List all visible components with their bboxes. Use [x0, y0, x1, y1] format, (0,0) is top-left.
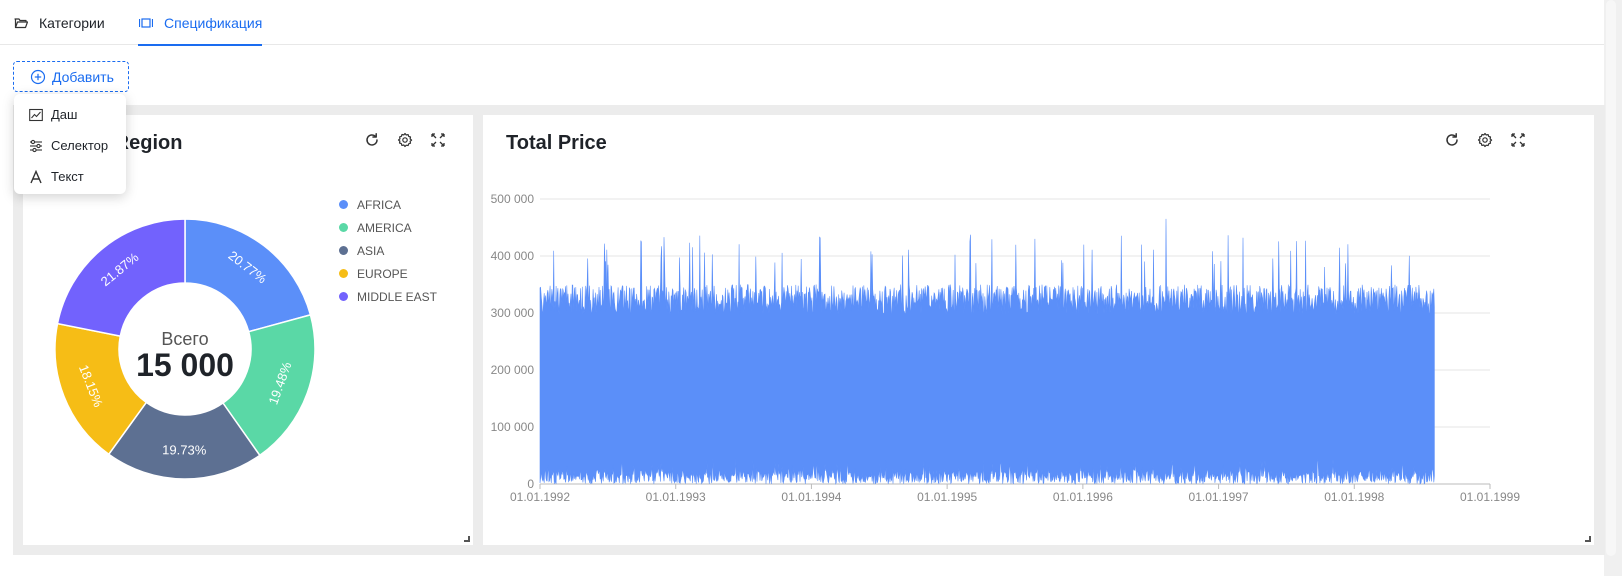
- legend-label: MIDDLE EAST: [357, 289, 438, 304]
- card-title: Total Price: [506, 132, 607, 154]
- legend-label: AMERICA: [357, 220, 412, 235]
- menu-item-label: Даш: [51, 107, 78, 122]
- setting-icon[interactable]: [396, 131, 414, 149]
- legend-marker: [339, 292, 348, 301]
- chart-legend: AFRICA AMERICA ASIA EUROPE MIDDLE EAST: [339, 193, 437, 308]
- area-series[interactable]: [539, 218, 1435, 485]
- legend-marker: [339, 223, 348, 232]
- x-tick-label: 01.01.1996: [1053, 490, 1113, 504]
- x-tick-label: 01.01.1995: [917, 490, 977, 504]
- plus-circle-icon: [30, 69, 46, 85]
- setting-icon[interactable]: [1476, 131, 1494, 149]
- x-tick-label: 01.01.1998: [1324, 490, 1384, 504]
- y-tick-label: 100 000: [491, 420, 535, 434]
- x-tick-label: 01.01.1999: [1460, 490, 1520, 504]
- menu-item-selector[interactable]: Селектор: [14, 130, 126, 161]
- tab-specification[interactable]: Спецификация: [138, 0, 263, 46]
- legend-label: EUROPE: [357, 266, 408, 281]
- sliders-icon: [29, 139, 43, 153]
- y-tick-label: 300 000: [491, 306, 535, 320]
- menu-item-label: Текст: [51, 169, 84, 184]
- legend-label: AFRICA: [357, 197, 402, 212]
- reload-icon[interactable]: [1443, 131, 1461, 149]
- x-tick-label: 01.01.1993: [646, 490, 706, 504]
- total-price-card: 0 100 000 200 000 300 000 400 000 500 000 01.0…: [483, 115, 1594, 545]
- y-tick-label: 200 000: [491, 363, 535, 377]
- resize-handle[interactable]: [464, 536, 470, 542]
- legend-label: ASIA: [357, 243, 385, 258]
- tab-label: Категории: [39, 14, 105, 31]
- folder-open-icon: [13, 15, 29, 31]
- legend-item[interactable]: ASIA: [339, 239, 437, 262]
- legend-marker: [339, 200, 348, 209]
- tab-bar: Категории Спецификация: [0, 0, 1605, 46]
- pie-data-label: 19.73%: [162, 442, 207, 457]
- tab-label: Спецификация: [164, 14, 263, 31]
- resize-handle[interactable]: [1585, 536, 1591, 542]
- reload-icon[interactable]: [363, 131, 381, 149]
- legend-item[interactable]: MIDDLE EAST: [339, 285, 437, 308]
- donut-center-value: 15 000: [136, 347, 234, 383]
- legend-marker: [339, 246, 348, 255]
- add-button[interactable]: Добавить: [13, 61, 129, 92]
- legend-marker: [339, 269, 348, 278]
- line-chart-icon: [29, 108, 43, 122]
- card-toolbar: [1443, 131, 1527, 149]
- x-tick-label: 01.01.1997: [1189, 490, 1249, 504]
- add-dropdown-menu: Даш Селектор Текст: [14, 94, 126, 194]
- legend-item[interactable]: EUROPE: [339, 262, 437, 285]
- tab-categories[interactable]: Категории: [13, 0, 105, 45]
- add-button-label: Добавить: [52, 68, 114, 85]
- menu-item-text[interactable]: Текст: [14, 161, 126, 192]
- scrollbar-thumb[interactable]: [1606, 0, 1616, 556]
- y-tick-label: 500 000: [491, 192, 535, 206]
- column-width-icon: [138, 15, 154, 31]
- menu-item-label: Селектор: [51, 138, 109, 153]
- fullscreen-icon[interactable]: [429, 131, 447, 149]
- y-tick-label: 400 000: [491, 249, 535, 263]
- menu-item-dash[interactable]: Даш: [14, 99, 126, 130]
- fullscreen-icon[interactable]: [1509, 131, 1527, 149]
- x-tick-label: 01.01.1992: [510, 490, 570, 504]
- area-chart: 0 100 000 200 000 300 000 400 000 500 000 01.0…: [491, 192, 1521, 504]
- y-tick-label: 0: [527, 477, 534, 491]
- legend-item[interactable]: AFRICA: [339, 193, 437, 216]
- font-icon: [29, 169, 43, 184]
- legend-item[interactable]: AMERICA: [339, 216, 437, 239]
- x-tick-label: 01.01.1994: [781, 490, 841, 504]
- card-toolbar: [363, 131, 447, 149]
